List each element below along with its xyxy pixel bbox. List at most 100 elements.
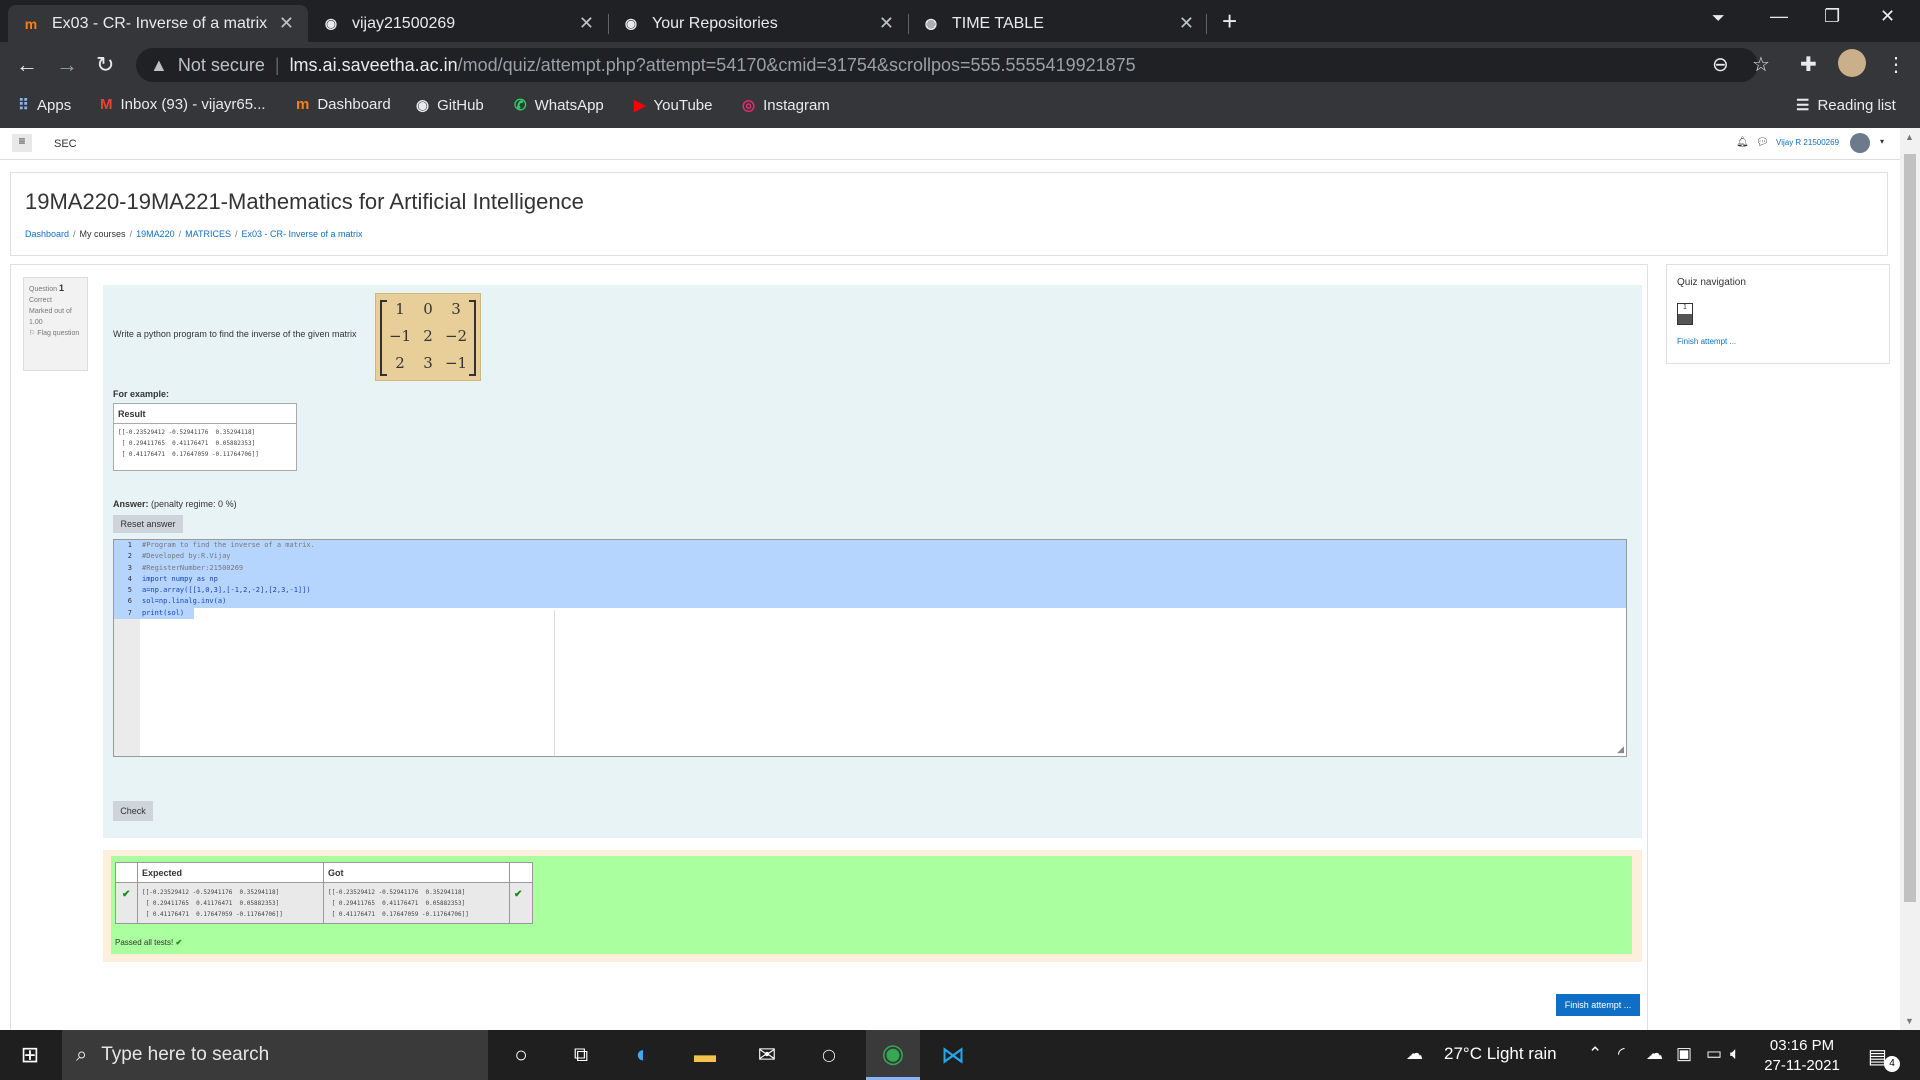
code-line[interactable]: 1 #Program to find the inverse of a matri… (114, 540, 1626, 552)
new-tab-icon[interactable]: + (1222, 6, 1237, 37)
test-outcome: Expected Got ✔ [[-0.23529412 -0.52941176… (103, 850, 1642, 962)
tab[interactable]: ◍ TIME TABLE ✕ (908, 5, 1208, 42)
taskbar-search[interactable]: ⌕ Type here to search (62, 1030, 488, 1080)
bookmark-youtube[interactable]: ▶ YouTube (634, 96, 713, 115)
code-lines[interactable]: 1 #Program to find the inverse of a matri… (114, 540, 1626, 620)
vscode-icon[interactable]: ⋈ (928, 1030, 978, 1080)
code-editor[interactable]: 1 #Program to find the inverse of a matri… (113, 539, 1627, 757)
wifi-icon[interactable]: ◜ (1618, 1044, 1625, 1064)
code-line[interactable]: 2 #Developed by:R.Vijay (114, 551, 1626, 563)
breadcrumb-link[interactable]: Dashboard (25, 229, 69, 239)
bookmark-label: Inbox (93) - vijayr65... (120, 96, 266, 113)
forward-icon[interactable]: → (56, 52, 78, 78)
close-icon[interactable]: ✕ (579, 13, 594, 34)
tab-search-icon[interactable]: ⏷ (1712, 10, 1725, 28)
bookmark-star-icon[interactable]: ☆ (1752, 52, 1770, 77)
volume-icon[interactable]: 🔈︎ (1730, 1044, 1740, 1064)
code-line[interactable]: 5 a=np.array([[1,0,3],[-1,2,-2],[2,3,-1]]… (114, 585, 1626, 597)
finish-attempt-button[interactable]: Finish attempt ... (1556, 994, 1640, 1016)
code-line[interactable]: 7 print(sol) (114, 607, 1626, 620)
scrollbar-thumb[interactable] (1904, 154, 1916, 902)
edge-icon[interactable]: ◐ (618, 1030, 668, 1080)
code-text[interactable]: #Program to find the inverse of a matrix… (142, 541, 315, 549)
profile-avatar[interactable] (1838, 49, 1866, 77)
network-icon[interactable]: ▣ (1676, 1044, 1692, 1064)
tab[interactable]: ◉ vijay21500269 ✕ (308, 5, 608, 42)
close-icon[interactable]: ✕ (1179, 13, 1194, 34)
line-number: 4 (127, 574, 132, 583)
bookmark-dashboard[interactable]: m Dashboard (296, 96, 391, 113)
chevron-up-icon[interactable]: ⌃ (1588, 1044, 1602, 1064)
chrome-icon[interactable]: ◉ (866, 1030, 920, 1080)
weather-text[interactable]: 27°C Light rain (1444, 1044, 1557, 1064)
breadcrumb-link[interactable]: MATRICES (185, 229, 231, 239)
flag-question[interactable]: ⚐ Flag question (29, 328, 82, 339)
scroll-down-icon[interactable]: ▼ (1905, 1016, 1914, 1026)
minimize-icon[interactable]: — (1770, 6, 1788, 27)
breadcrumb-link[interactable]: Ex03 - CR- Inverse of a matrix (241, 229, 362, 239)
bookmark-inbox[interactable]: M Inbox (93) - vijayr65... (100, 96, 266, 113)
breadcrumb-link[interactable]: My courses (80, 229, 126, 239)
security-label[interactable]: Not secure (178, 55, 265, 76)
code-line[interactable]: 3 #RegisterNumber:21500269 (114, 562, 1626, 574)
menu-icon[interactable]: ⋮ (1886, 52, 1906, 77)
finish-attempt-link[interactable]: Finish attempt ... (1677, 337, 1736, 346)
restore-icon[interactable]: ❐ (1824, 6, 1840, 27)
dell-icon[interactable]: ◯ (804, 1030, 854, 1080)
reset-answer-button[interactable]: Reset answer (113, 515, 183, 533)
line-number: 6 (127, 597, 132, 606)
code-text[interactable]: #RegisterNumber:21500269 (142, 564, 243, 572)
code-text[interactable]: print(sol) (142, 609, 184, 617)
code-text[interactable]: sol=np.linalg.inv(a) (142, 597, 226, 605)
quiz-nav-question-button[interactable]: 1 (1677, 303, 1693, 325)
page-scrollbar[interactable]: ▲ ▼ (1900, 128, 1920, 1030)
user-name[interactable]: Vijay R 21500269 (1776, 138, 1839, 147)
clock[interactable]: 03:16 PM 27-11-2021 (1752, 1036, 1852, 1076)
extensions-icon[interactable]: ✚ (1800, 52, 1817, 77)
matrix-cell: 1 (395, 300, 405, 318)
site-name[interactable]: SEC (54, 138, 77, 150)
bookmark-whatsapp[interactable]: ✆ WhatsApp (514, 96, 604, 115)
warning-icon[interactable]: ▲ (150, 55, 168, 76)
chevron-down-icon[interactable]: ▾ (1880, 137, 1884, 146)
code-line[interactable]: 4 import numpy as np (114, 573, 1626, 586)
window-close-icon[interactable]: ✕ (1880, 6, 1895, 27)
scroll-up-icon[interactable]: ▲ (1905, 132, 1914, 142)
task-view-icon[interactable]: ⧉ (556, 1030, 606, 1080)
check-button[interactable]: Check (113, 801, 153, 821)
close-icon[interactable]: ✕ (279, 13, 294, 34)
code-text[interactable]: a=np.array([[1,0,3],[-1,2,-2],[2,3,-1]]) (142, 586, 311, 594)
weather-icon[interactable]: ☁ (1406, 1044, 1423, 1064)
code-text[interactable]: #Developed by:R.Vijay (142, 552, 231, 560)
zoom-icon[interactable]: ⊖ (1712, 52, 1729, 77)
breadcrumb-separator: / (178, 229, 182, 239)
mail-icon[interactable]: ✉ (742, 1030, 792, 1080)
close-icon[interactable]: ✕ (879, 13, 894, 34)
battery-icon[interactable]: ▭ (1706, 1044, 1722, 1064)
chat-icon[interactable]: 💬︎ (1756, 137, 1769, 148)
reading-list-label: Reading list (1817, 96, 1896, 114)
resize-handle-icon[interactable]: ◢ (1617, 744, 1624, 755)
code-text[interactable]: import numpy as np (142, 575, 218, 583)
bookmark-github[interactable]: ◉ GitHub (416, 96, 484, 115)
bell-icon[interactable]: 🔔︎ (1736, 137, 1749, 148)
address-bar[interactable]: ▲ Not secure | lms.ai.saveetha.ac.in /mo… (136, 48, 1758, 82)
windows-start-icon[interactable]: ⊞ (0, 1030, 60, 1080)
tab[interactable]: ◉ Your Repositories ✕ (608, 5, 908, 42)
test-results-table: Expected Got ✔ [[-0.23529412 -0.52941176… (115, 862, 533, 924)
user-avatar[interactable] (1850, 133, 1870, 153)
bookmark-apps[interactable]: ⠿ Apps (18, 96, 71, 115)
code-line[interactable]: 6 sol=np.linalg.inv(a) (114, 596, 1626, 608)
cortana-icon[interactable]: ○ (496, 1030, 546, 1080)
editor-column-guide (554, 610, 555, 756)
file-explorer-icon[interactable]: ▬ (680, 1030, 730, 1080)
onedrive-icon[interactable]: ☁ (1646, 1044, 1663, 1064)
bookmark-instagram[interactable]: ◎ Instagram (742, 96, 830, 115)
hamburger-icon[interactable]: ≡ (12, 134, 32, 152)
tab-separator (1206, 14, 1207, 34)
breadcrumb-link[interactable]: 19MA220 (136, 229, 175, 239)
reading-list[interactable]: ☰ Reading list (1796, 96, 1896, 115)
reload-icon[interactable]: ↻ (96, 52, 114, 78)
tab-active[interactable]: m Ex03 - CR- Inverse of a matrix ✕ (8, 5, 308, 42)
back-icon[interactable]: ← (16, 52, 38, 78)
